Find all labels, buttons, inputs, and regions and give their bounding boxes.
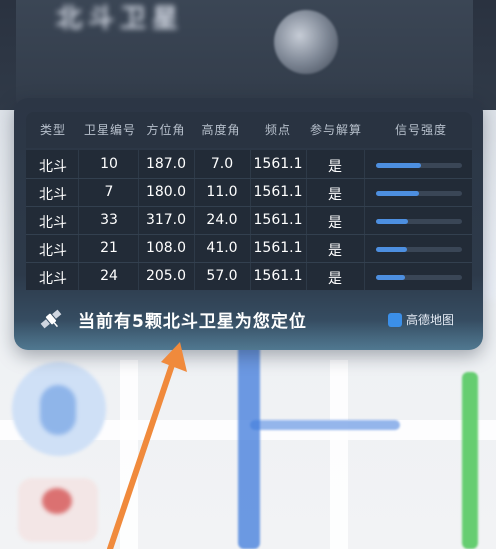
cell-elevation: 57.0 bbox=[206, 268, 238, 284]
column-header-frequency: 频点 bbox=[264, 123, 291, 137]
cell-type: 北斗 bbox=[39, 187, 67, 203]
globe-icon bbox=[274, 10, 338, 74]
cell-elevation: 41.0 bbox=[206, 240, 238, 256]
signal-strength-fill bbox=[376, 219, 408, 224]
column-divider bbox=[78, 150, 79, 290]
cell-type: 北斗 bbox=[39, 243, 67, 259]
row-divider bbox=[26, 234, 472, 235]
signal-strength-bar bbox=[376, 191, 462, 196]
cell-frequency: 1561.1 bbox=[253, 268, 303, 284]
cell-used: 是 bbox=[328, 243, 342, 259]
amap-brand-text: 高德地图 bbox=[406, 313, 455, 327]
cell-type: 北斗 bbox=[39, 271, 67, 287]
cell-id: 7 bbox=[104, 184, 114, 200]
cell-azimuth: 205.0 bbox=[145, 268, 187, 284]
amap-logo: 高德地图 bbox=[388, 311, 472, 329]
row-divider bbox=[26, 178, 472, 179]
cell-frequency: 1561.1 bbox=[253, 156, 303, 172]
signal-strength-bar bbox=[376, 247, 462, 252]
column-header-used: 参与解算 bbox=[309, 123, 362, 137]
cell-type: 北斗 bbox=[39, 159, 67, 175]
column-header-signal: 信号强度 bbox=[394, 123, 447, 137]
signal-strength-bar bbox=[376, 219, 462, 224]
cell-azimuth: 108.0 bbox=[145, 240, 187, 256]
header-title: 北斗卫星 bbox=[56, 4, 185, 34]
row-divider bbox=[26, 206, 472, 207]
cell-elevation: 24.0 bbox=[206, 212, 238, 228]
map-road bbox=[330, 360, 348, 549]
column-header-id: 卫星编号 bbox=[83, 123, 136, 137]
cell-azimuth: 317.0 bbox=[145, 212, 187, 228]
signal-strength-bar bbox=[376, 163, 462, 168]
satellite-status-text: 当前有5颗北斗卫星为您定位 bbox=[78, 312, 307, 332]
row-divider bbox=[26, 262, 472, 263]
cell-id: 33 bbox=[100, 212, 118, 228]
column-header-elevation: 高度角 bbox=[201, 123, 241, 137]
column-divider bbox=[138, 150, 139, 290]
cell-frequency: 1561.1 bbox=[253, 184, 303, 200]
map-green-route bbox=[462, 372, 478, 549]
map-road bbox=[120, 360, 138, 549]
column-divider bbox=[364, 150, 365, 290]
amap-logo-icon bbox=[388, 313, 402, 327]
map-route-line bbox=[238, 340, 260, 549]
shortcut-icon bbox=[42, 488, 72, 514]
satellite-icon bbox=[40, 309, 62, 329]
cell-used: 是 bbox=[328, 271, 342, 287]
cell-azimuth: 187.0 bbox=[145, 156, 187, 172]
cell-used: 是 bbox=[328, 215, 342, 231]
signal-strength-fill bbox=[376, 163, 421, 168]
cell-frequency: 1561.1 bbox=[253, 212, 303, 228]
signal-strength-fill bbox=[376, 191, 419, 196]
cell-azimuth: 180.0 bbox=[145, 184, 187, 200]
cell-elevation: 7.0 bbox=[210, 156, 234, 172]
map-route-line bbox=[250, 420, 400, 430]
cell-id: 24 bbox=[100, 268, 118, 284]
cell-id: 21 bbox=[100, 240, 118, 256]
signal-strength-fill bbox=[376, 247, 407, 252]
cell-frequency: 1561.1 bbox=[253, 240, 303, 256]
location-icon bbox=[40, 385, 76, 435]
cell-type: 北斗 bbox=[39, 215, 67, 231]
cell-elevation: 11.0 bbox=[206, 184, 238, 200]
column-header-azimuth: 方位角 bbox=[146, 123, 186, 137]
signal-strength-bar bbox=[376, 275, 462, 280]
column-header-type: 类型 bbox=[39, 123, 66, 137]
cell-used: 是 bbox=[328, 187, 342, 203]
signal-strength-fill bbox=[376, 275, 406, 280]
cell-id: 10 bbox=[100, 156, 118, 172]
cell-used: 是 bbox=[328, 159, 342, 175]
